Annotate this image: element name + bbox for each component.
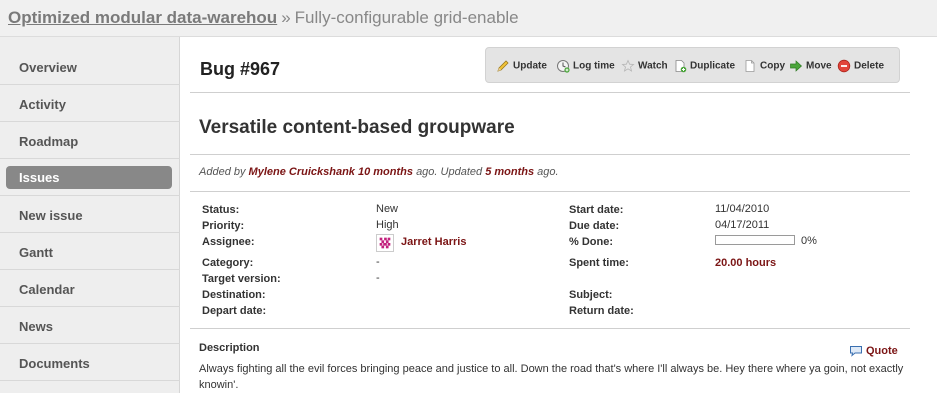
log-time-button[interactable]: Log time: [556, 59, 615, 73]
status-label: Status:: [202, 204, 240, 216]
quote-button[interactable]: Quote: [849, 345, 898, 357]
assignee-link[interactable]: Jarret Harris: [401, 236, 466, 248]
due-date-value: 04/17/2011: [715, 219, 770, 231]
copy-button[interactable]: Copy: [743, 59, 785, 73]
comment-icon: [850, 346, 862, 357]
status-value: New: [376, 203, 399, 215]
watch-label: Watch: [638, 60, 668, 72]
issue-title: Bug #967: [200, 59, 281, 79]
quote-label: Quote: [866, 345, 898, 358]
header-bar: Optimized modular data-warehou» Fully-con…: [0, 0, 937, 37]
divider: [190, 92, 910, 93]
sidebar-divider: [0, 195, 180, 196]
avatar: [376, 234, 394, 252]
sidebar-divider: [0, 84, 180, 85]
depart-date-label: Depart date:: [202, 305, 267, 317]
sidebar-item-new-issue[interactable]: New issue: [6, 204, 172, 227]
issue-toolbar: Update Log time Watch Duplicate Copy Mov…: [485, 47, 900, 83]
issue-subject: Versatile content-based groupware: [199, 117, 515, 138]
sidebar-item-calendar[interactable]: Calendar: [6, 278, 172, 301]
spent-time-link[interactable]: 20.00 hours: [715, 257, 776, 269]
sidebar: Overview Activity Roadmap Issues New iss…: [0, 37, 180, 393]
sidebar-divider: [0, 380, 180, 381]
subject-label: Subject:: [569, 289, 613, 301]
sidebar-item-issues[interactable]: Issues: [6, 166, 172, 189]
sidebar-item-activity[interactable]: Activity: [6, 93, 172, 116]
spent-time-label: Spent time:: [569, 257, 629, 269]
divider: [190, 154, 910, 155]
issue-content: Bug #967 Update Log time Watch Duplicate…: [180, 37, 937, 393]
delete-icon: [837, 59, 851, 73]
assignee-label: Assignee:: [202, 236, 255, 248]
sidebar-divider: [0, 121, 180, 122]
duplicate-button[interactable]: Duplicate: [673, 59, 735, 73]
arrow-right-icon: [790, 60, 803, 72]
description-text: Always fighting all the evil forces brin…: [199, 363, 904, 391]
issue-author-line: Added by Mylene Cruickshank 10 months ag…: [199, 166, 559, 178]
due-date-label: Due date:: [569, 220, 620, 232]
breadcrumb: Optimized modular data-warehou» Fully-con…: [8, 8, 519, 28]
divider: [190, 191, 910, 192]
updated-ago-link[interactable]: 5 months: [485, 166, 534, 178]
page-add-icon: [675, 60, 687, 73]
breadcrumb-project-link[interactable]: Optimized modular data-warehou: [8, 8, 277, 27]
sidebar-item-documents[interactable]: Documents: [6, 352, 172, 375]
destination-label: Destination:: [202, 289, 266, 301]
pencil-icon: [497, 60, 509, 72]
start-date-label: Start date:: [569, 204, 624, 216]
sidebar-item-roadmap[interactable]: Roadmap: [6, 130, 172, 153]
priority-value: High: [376, 219, 399, 231]
updated-text: ago. Updated: [416, 166, 483, 178]
star-icon: [621, 59, 635, 72]
breadcrumb-current: Fully-configurable grid-enable: [294, 8, 519, 27]
description-heading: Description: [199, 342, 260, 354]
target-version-value: -: [376, 272, 380, 284]
divider: [190, 328, 910, 329]
author-link[interactable]: Mylene Cruickshank: [249, 166, 355, 178]
page-copy-icon: [745, 60, 755, 72]
ago-text: ago.: [537, 166, 559, 178]
move-label: Move: [806, 60, 832, 72]
move-button[interactable]: Move: [789, 59, 832, 73]
sidebar-item-news[interactable]: News: [6, 315, 172, 338]
category-value: -: [376, 256, 380, 268]
sidebar-item-overview[interactable]: Overview: [6, 56, 172, 79]
sidebar-item-gantt[interactable]: Gantt: [6, 241, 172, 264]
log-time-label: Log time: [573, 60, 615, 72]
done-value: 0%: [801, 235, 817, 247]
duplicate-label: Duplicate: [690, 60, 736, 72]
return-date-label: Return date:: [569, 305, 634, 317]
watch-button[interactable]: Watch: [621, 59, 668, 73]
update-button[interactable]: Update: [496, 59, 547, 73]
done-progress-bar: [715, 235, 795, 245]
sidebar-divider: [0, 343, 180, 344]
done-label: % Done:: [569, 236, 613, 248]
sidebar-divider: [0, 269, 180, 270]
start-date-value: 11/04/2010: [715, 203, 770, 215]
created-ago-link[interactable]: 10 months: [358, 166, 413, 178]
sidebar-divider: [0, 158, 180, 159]
update-label: Update: [513, 60, 547, 72]
breadcrumb-separator: »: [281, 8, 291, 27]
clock-add-icon: [557, 60, 570, 73]
sidebar-divider: [0, 232, 180, 233]
delete-label: Delete: [854, 60, 885, 72]
added-by-text: Added by: [199, 166, 246, 178]
category-label: Category:: [202, 257, 254, 269]
copy-label: Copy: [760, 60, 785, 72]
target-version-label: Target version:: [202, 273, 281, 285]
sidebar-divider: [0, 306, 180, 307]
priority-label: Priority:: [202, 220, 245, 232]
delete-button[interactable]: Delete: [837, 59, 884, 73]
